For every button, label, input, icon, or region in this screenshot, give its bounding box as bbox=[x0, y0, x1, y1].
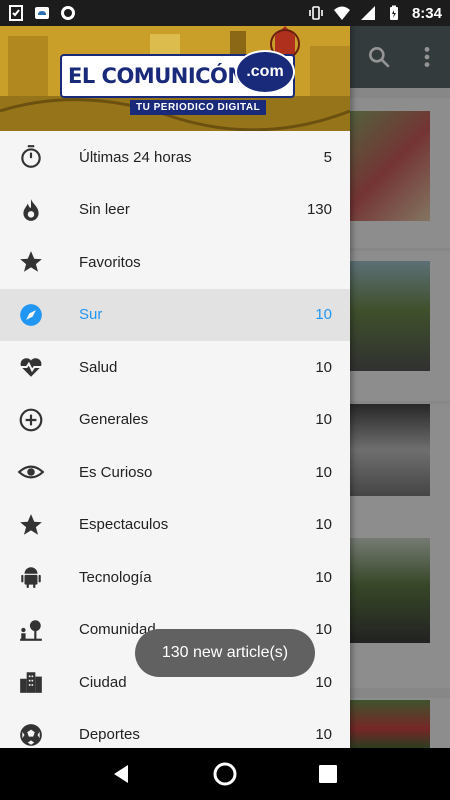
battery-icon bbox=[389, 5, 398, 20]
menu-item-label: Espectaculos bbox=[79, 516, 169, 534]
menu-item-label: Generales bbox=[79, 411, 149, 429]
menu-item-label: Favoritos bbox=[79, 253, 141, 271]
fire-icon bbox=[23, 198, 39, 221]
menu-item-label: Sin leer bbox=[79, 201, 130, 219]
system-navigation-bar bbox=[0, 748, 450, 800]
recents-button[interactable] bbox=[314, 760, 342, 788]
new-articles-toast: 130 new article(s) bbox=[135, 629, 315, 677]
wifi-icon bbox=[333, 6, 350, 20]
logo-tagline: TU PERIODICO DIGITAL bbox=[130, 100, 267, 115]
menu-item-count: 10 bbox=[315, 306, 332, 324]
eye-icon bbox=[18, 465, 44, 479]
menu-item-label: Ciudad bbox=[79, 673, 127, 691]
star-icon bbox=[20, 513, 42, 535]
menu-item-label: Últimas 24 horas bbox=[79, 148, 192, 166]
menu-item-count: 10 bbox=[315, 621, 332, 639]
menu-item-count: 10 bbox=[315, 358, 332, 376]
menu-item-ultimas-24-horas[interactable]: Últimas 24 horas 5 bbox=[0, 131, 350, 184]
menu-item-label: Sur bbox=[79, 306, 103, 324]
menu-item-favoritos[interactable]: Favoritos bbox=[0, 236, 350, 289]
menu-item-count: 10 bbox=[315, 673, 332, 691]
menu-item-count: 10 bbox=[315, 726, 332, 744]
back-icon bbox=[113, 765, 128, 783]
menu-item-espectaculos[interactable]: Espectaculos 10 bbox=[0, 499, 350, 552]
cloud-app-icon bbox=[35, 7, 49, 19]
timer-icon bbox=[21, 145, 41, 169]
community-icon bbox=[20, 620, 42, 641]
menu-item-label: Deportes bbox=[79, 726, 140, 744]
menu-item-label: Salud bbox=[79, 358, 118, 376]
signal-icon bbox=[360, 6, 375, 20]
menu-item-count: 10 bbox=[315, 516, 332, 534]
menu-item-salud[interactable]: Salud 10 bbox=[0, 341, 350, 394]
star-icon bbox=[20, 251, 42, 272]
menu-item-deportes[interactable]: Deportes 10 bbox=[0, 709, 350, 749]
menu-item-sin-leer[interactable]: Sin leer 130 bbox=[0, 184, 350, 237]
menu-item-count: 10 bbox=[315, 463, 332, 481]
back-button[interactable] bbox=[108, 760, 136, 788]
menu-item-label: Tecnología bbox=[79, 568, 152, 586]
drawer-header: EL COMUNICÓN .com TU PERIODICO DIGITAL bbox=[0, 26, 350, 131]
home-button[interactable] bbox=[211, 760, 239, 788]
status-bar: 8:34 bbox=[0, 0, 450, 26]
compass-icon bbox=[20, 303, 42, 326]
task-check-icon bbox=[9, 5, 23, 21]
clock-time: 8:34 bbox=[411, 4, 442, 22]
menu-item-count: 10 bbox=[315, 411, 332, 429]
logo-title: EL COMUNICÓN bbox=[68, 64, 245, 88]
circle-app-icon bbox=[61, 6, 75, 20]
android-icon bbox=[21, 567, 41, 589]
menu-item-count: 10 bbox=[315, 568, 332, 586]
menu-item-label: Es Curioso bbox=[79, 463, 153, 481]
heart-pulse-icon bbox=[20, 358, 42, 377]
vibrate-icon bbox=[309, 6, 323, 20]
recents-icon bbox=[319, 765, 338, 783]
menu-item-sur[interactable]: Sur 10 bbox=[0, 288, 350, 341]
city-icon bbox=[20, 672, 42, 694]
menu-item-count: 5 bbox=[323, 148, 332, 166]
app-logo: EL COMUNICÓN .com bbox=[60, 50, 295, 98]
menu-item-count: 130 bbox=[306, 201, 332, 219]
plus-circle-icon bbox=[19, 408, 43, 432]
soccer-ball-icon bbox=[20, 723, 42, 746]
menu-item-tecnologia[interactable]: Tecnología 10 bbox=[0, 551, 350, 604]
home-icon bbox=[213, 762, 237, 786]
logo-suffix: .com bbox=[235, 50, 295, 94]
menu-item-generales[interactable]: Generales 10 bbox=[0, 394, 350, 447]
menu-item-es-curioso[interactable]: Es Curioso 10 bbox=[0, 446, 350, 499]
